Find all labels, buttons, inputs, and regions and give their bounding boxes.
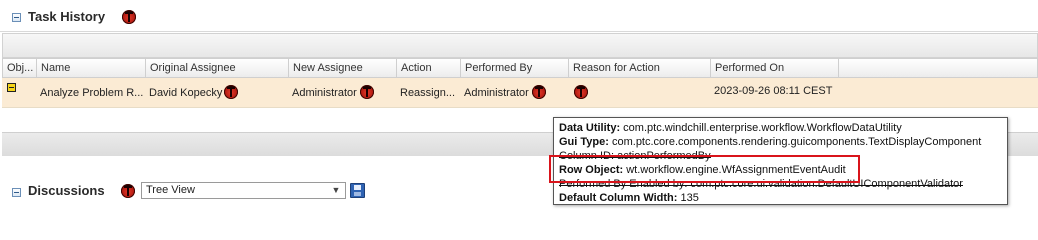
ladybug-debug-icon[interactable] xyxy=(574,85,588,99)
tooltip-line: Gui Type: com.ptc.core.components.render… xyxy=(559,135,1002,149)
ladybug-debug-icon[interactable] xyxy=(532,85,546,99)
cell-name[interactable]: Analyze Problem R... xyxy=(36,78,145,108)
cell-performed-on: 2023-09-26 08:11 CEST xyxy=(714,85,833,97)
cell-action: Reassign... xyxy=(400,87,456,99)
table-row[interactable]: Analyze Problem R... David Kopecky Admin… xyxy=(2,78,1038,108)
view-select-dropdown[interactable]: Tree View ▼ xyxy=(141,182,346,199)
discussions-title: Discussions xyxy=(28,183,105,198)
save-disk-icon[interactable] xyxy=(350,183,365,198)
object-type-icon[interactable] xyxy=(7,83,16,92)
panel-divider xyxy=(0,31,1038,32)
tooltip-value: com.ptc.core.components.rendering.guicom… xyxy=(608,136,982,148)
tooltip-label: Default Column Width: xyxy=(559,192,678,204)
ladybug-debug-icon[interactable] xyxy=(360,85,374,99)
column-header-name[interactable]: Name xyxy=(37,59,146,77)
grid-toolbar xyxy=(2,33,1038,58)
ladybug-debug-icon[interactable] xyxy=(121,184,135,198)
ladybug-debug-icon[interactable] xyxy=(122,10,136,24)
column-header-reason-for-action[interactable]: Reason for Action xyxy=(569,59,711,77)
column-header-performed-by[interactable]: Performed By xyxy=(461,59,569,77)
column-header-performed-on[interactable]: Performed On xyxy=(711,59,839,77)
tooltip-line: Data Utility: com.ptc.windchill.enterpri… xyxy=(559,121,1002,135)
chevron-down-icon[interactable]: ▼ xyxy=(330,184,342,197)
task-history-collapse-icon[interactable] xyxy=(12,13,21,22)
cell-original-assignee: David Kopecky xyxy=(149,87,223,99)
tooltip-line: Default Column Width: 135 xyxy=(559,191,1002,205)
discussions-collapse-icon[interactable] xyxy=(12,188,21,197)
tooltip-value: com.ptc.windchill.enterprise.workflow.Wo… xyxy=(620,122,902,134)
column-header-object[interactable]: Obj... xyxy=(3,59,37,77)
column-header-new-assignee[interactable]: New Assignee xyxy=(289,59,397,77)
ladybug-debug-icon[interactable] xyxy=(224,85,238,99)
tooltip-label: Gui Type: xyxy=(559,136,609,148)
grid-header-row: Obj... Name Original Assignee New Assign… xyxy=(2,58,1038,78)
tooltip-value: 135 xyxy=(677,192,699,204)
highlight-annotation-box xyxy=(549,155,860,183)
column-header-original-assignee[interactable]: Original Assignee xyxy=(146,59,289,77)
cell-new-assignee: Administrator xyxy=(292,87,357,99)
task-history-title: Task History xyxy=(28,9,106,24)
view-select-value: Tree View xyxy=(146,184,195,196)
column-header-action[interactable]: Action xyxy=(397,59,461,77)
cell-performed-by: Administrator xyxy=(464,87,529,99)
tooltip-label: Data Utility: xyxy=(559,122,621,134)
